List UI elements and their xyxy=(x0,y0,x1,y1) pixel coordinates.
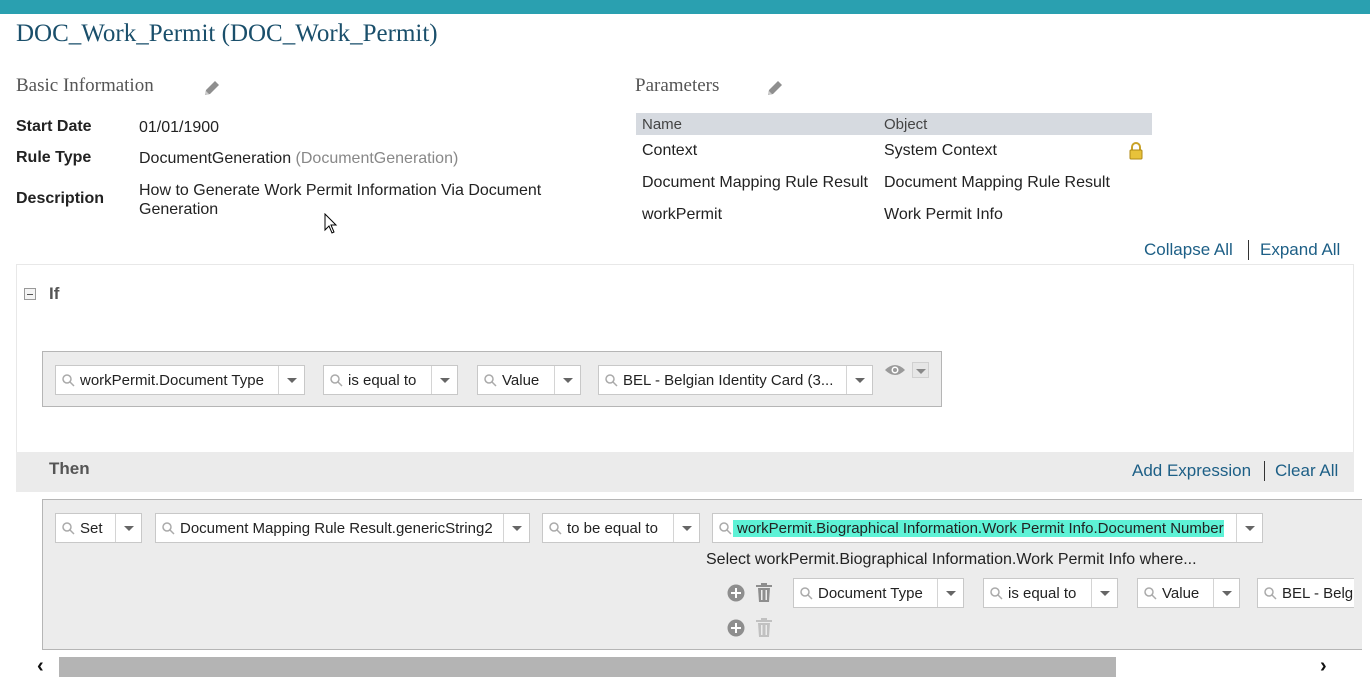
param-name: workPermit xyxy=(642,206,723,223)
trash-icon xyxy=(756,618,772,637)
description-label: Description xyxy=(16,190,105,207)
search-icon xyxy=(549,522,562,535)
eye-icon[interactable] xyxy=(884,362,906,378)
condition-operator-value: is equal to xyxy=(348,372,417,389)
chevron-down-icon[interactable] xyxy=(503,514,529,542)
link-separator xyxy=(1264,461,1265,481)
chevron-down-icon xyxy=(916,369,926,374)
start-date-label: Start Date xyxy=(16,118,92,135)
if-label: If xyxy=(49,284,60,303)
trash-icon[interactable] xyxy=(755,583,773,603)
chevron-down-icon[interactable] xyxy=(1213,579,1239,607)
chevron-down-icon[interactable] xyxy=(673,514,699,542)
edit-parameters-pencil-icon[interactable] xyxy=(764,77,786,99)
collapse-if-toggle[interactable] xyxy=(24,288,36,300)
collapse-all-link[interactable]: Collapse All xyxy=(1144,240,1233,260)
top-accent-bar xyxy=(0,0,1370,14)
description-line: How to Generate Work Permit Information … xyxy=(139,182,542,199)
sub-condition-field-select[interactable]: Document Type xyxy=(793,578,964,608)
param-name: Document Mapping Rule Result xyxy=(642,174,868,191)
sub-condition-operator-select[interactable]: is equal to xyxy=(983,578,1118,608)
search-icon xyxy=(1264,587,1277,600)
column-header-name: Name xyxy=(636,113,878,135)
action-source-value[interactable]: workPermit.Biographical Information.Work… xyxy=(733,520,1224,537)
description-value: How to Generate Work Permit Information … xyxy=(139,181,541,219)
condition-field-select[interactable]: workPermit.Document Type xyxy=(55,365,305,395)
basic-info-heading: Basic Information xyxy=(16,75,154,96)
condition-value-type-select[interactable]: Value xyxy=(477,365,581,395)
search-icon xyxy=(484,374,497,387)
param-object: System Context xyxy=(884,142,997,159)
scroll-right-icon[interactable]: › xyxy=(1320,655,1327,678)
add-condition-icon[interactable] xyxy=(727,584,745,602)
scrollbar-thumb[interactable] xyxy=(59,657,1116,677)
search-icon xyxy=(605,374,618,387)
add-condition-icon[interactable] xyxy=(727,619,745,637)
condition-value-value: BEL - Belgian Identity Card (3... xyxy=(623,372,834,389)
chevron-down-icon[interactable] xyxy=(278,366,304,394)
action-target-value: Document Mapping Rule Result.genericStri… xyxy=(180,520,493,537)
param-object: Work Permit Info xyxy=(884,206,1003,223)
chevron-down-icon[interactable] xyxy=(115,514,141,542)
rule-type-id: (DocumentGeneration) xyxy=(295,150,459,167)
add-expression-link[interactable]: Add Expression xyxy=(1132,461,1251,481)
search-icon xyxy=(62,374,75,387)
search-icon xyxy=(162,522,175,535)
parameters-table: Name Object Context System Context Docum… xyxy=(636,113,1152,231)
action-source-select[interactable]: workPermit.Biographical Information.Work… xyxy=(712,513,1263,543)
parameters-heading: Parameters xyxy=(635,75,720,96)
condition-value-type-value: Value xyxy=(502,372,540,389)
page-title: DOC_Work_Permit (DOC_Work_Permit) xyxy=(16,20,438,47)
condition-field-value: workPermit.Document Type xyxy=(80,372,264,389)
expand-all-link[interactable]: Expand All xyxy=(1260,240,1340,260)
chevron-down-icon[interactable] xyxy=(554,366,580,394)
table-row: workPermit Work Permit Info xyxy=(636,199,1152,231)
column-header-lock xyxy=(1122,113,1152,135)
start-date-value: 01/01/1900 xyxy=(139,119,220,136)
action-verb-value: Set xyxy=(80,520,103,537)
clear-all-link[interactable]: Clear All xyxy=(1275,461,1338,481)
rule-type-label: Rule Type xyxy=(16,149,92,166)
chevron-down-icon[interactable] xyxy=(1236,514,1262,542)
edit-basic-info-pencil-icon[interactable] xyxy=(201,77,223,99)
param-object: Document Mapping Rule Result xyxy=(884,174,1110,191)
scroll-left-icon[interactable]: ‹ xyxy=(37,655,44,678)
lock-icon xyxy=(1129,141,1143,160)
search-icon xyxy=(330,374,343,387)
mouse-cursor-icon xyxy=(324,213,338,234)
sub-condition-value-value: BEL - Belgi xyxy=(1282,585,1354,602)
param-name: Context xyxy=(642,142,698,159)
chevron-down-icon[interactable] xyxy=(937,579,963,607)
search-icon xyxy=(1144,587,1157,600)
table-row: Context System Context xyxy=(636,135,1152,167)
sub-condition-field-value: Document Type xyxy=(818,585,923,602)
chevron-down-icon[interactable] xyxy=(1091,579,1117,607)
search-icon xyxy=(990,587,1003,600)
action-operator-value: to be equal to xyxy=(567,520,658,537)
chevron-down-icon[interactable] xyxy=(431,366,457,394)
column-header-object: Object xyxy=(878,113,1122,135)
description-line: Generation xyxy=(139,201,219,218)
parameters-header-row: Name Object xyxy=(636,113,1152,135)
action-operator-select[interactable]: to be equal to xyxy=(542,513,700,543)
sub-condition-value-type-value: Value xyxy=(1162,585,1200,602)
search-icon xyxy=(800,587,813,600)
link-separator xyxy=(1248,240,1249,260)
table-row: Document Mapping Rule Result Document Ma… xyxy=(636,167,1152,199)
visibility-options-dropdown[interactable] xyxy=(912,362,929,378)
action-target-select[interactable]: Document Mapping Rule Result.genericStri… xyxy=(155,513,530,543)
sub-condition-value-select[interactable]: BEL - Belgi xyxy=(1257,578,1354,608)
rule-type-value: DocumentGeneration (DocumentGeneration) xyxy=(139,150,458,168)
rule-type-name: DocumentGeneration xyxy=(139,150,292,167)
condition-value-select[interactable]: BEL - Belgian Identity Card (3... xyxy=(598,365,873,395)
sub-condition-value-type-select[interactable]: Value xyxy=(1137,578,1240,608)
search-icon xyxy=(719,522,732,535)
select-where-text: Select workPermit.Biographical Informati… xyxy=(706,551,1197,568)
condition-operator-select[interactable]: is equal to xyxy=(323,365,458,395)
then-label: Then xyxy=(49,459,90,478)
sub-condition-operator-value: is equal to xyxy=(1008,585,1077,602)
chevron-down-icon[interactable] xyxy=(846,366,872,394)
search-icon xyxy=(62,522,75,535)
action-verb-select[interactable]: Set xyxy=(55,513,142,543)
